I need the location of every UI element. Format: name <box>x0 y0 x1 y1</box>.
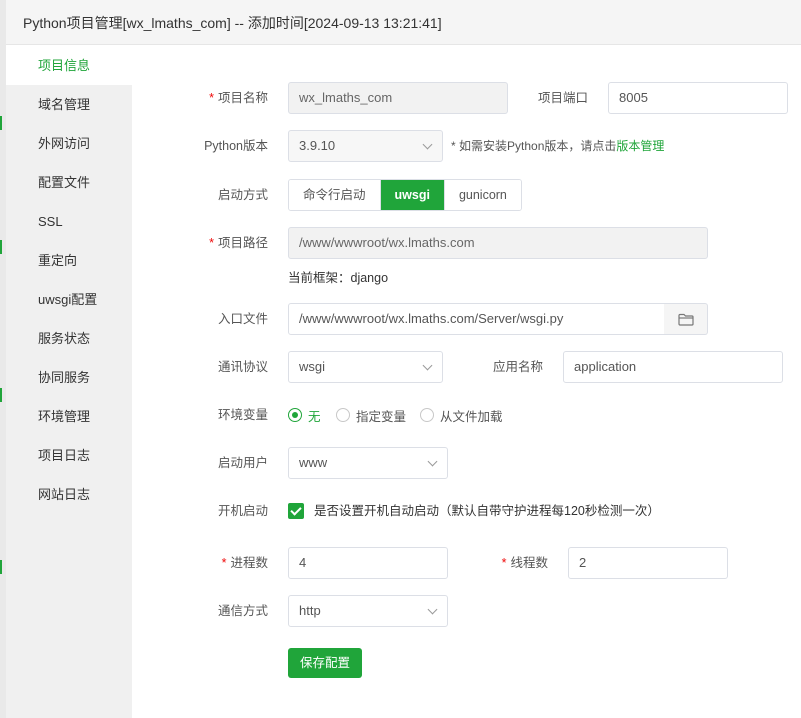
startup-mode-switch: 命令行启动 uwsgi gunicorn <box>288 179 522 211</box>
startup-option-gunicorn[interactable]: gunicorn <box>444 180 521 210</box>
protocol-label: 通讯协议 <box>217 360 268 374</box>
python-version-label: Python版本 <box>204 139 268 153</box>
threads-input[interactable]: 2 <box>568 547 728 579</box>
project-port-input[interactable]: 8005 <box>608 82 788 114</box>
env-radio-from-file[interactable]: 从文件加载 <box>420 406 503 424</box>
sidebar-item-service-status[interactable]: 服务状态 <box>6 319 132 358</box>
threads-label: * 线程数 <box>501 556 548 570</box>
browse-folder-button[interactable] <box>664 303 708 335</box>
save-config-button[interactable]: 保存配置 <box>288 648 362 678</box>
autostart-description: 是否设置开机自动启动（默认自带守护进程每120秒检测一次） <box>314 504 660 518</box>
project-name-field[interactable]: wx_lmaths_com <box>288 82 508 114</box>
sidebar: 项目信息 域名管理 外网访问 配置文件 SSL 重定向 uwsgi配置 服务状态… <box>6 46 132 718</box>
radio-unchecked-icon <box>420 408 434 422</box>
app-name-input[interactable]: application <box>563 351 783 383</box>
sidebar-item-site-log[interactable]: 网站日志 <box>6 475 132 514</box>
protocol-select[interactable]: wsgi <box>288 351 443 383</box>
processes-label: * 进程数 <box>221 556 268 570</box>
startup-user-select[interactable]: www <box>288 447 448 479</box>
app-name-label: 应用名称 <box>492 360 543 374</box>
startup-option-cli[interactable]: 命令行启动 <box>289 180 381 210</box>
env-radio-none[interactable]: 无 <box>288 406 321 424</box>
python-version-tip: * 如需安装Python版本，请点击版本管理 <box>451 139 665 153</box>
comm-mode-label: 通信方式 <box>217 604 268 618</box>
sidebar-item-cooperative-service[interactable]: 协同服务 <box>6 358 132 397</box>
radio-checked-icon <box>288 408 302 422</box>
version-management-link[interactable]: 版本管理 <box>616 139 664 153</box>
project-path-label: * 项目路径 <box>209 236 268 250</box>
entry-file-input[interactable]: /www/wwwroot/wx.lmaths.com/Server/wsgi.p… <box>288 303 665 335</box>
autostart-checkbox[interactable] <box>288 503 304 519</box>
project-port-label: 项目端口 <box>537 91 588 105</box>
sidebar-item-external-access[interactable]: 外网访问 <box>6 124 132 163</box>
sidebar-item-env-management[interactable]: 环境管理 <box>6 397 132 436</box>
project-path-field[interactable]: /www/wwwroot/wx.lmaths.com <box>288 227 708 259</box>
env-radio-specified[interactable]: 指定变量 <box>336 406 406 424</box>
sidebar-item-redirect[interactable]: 重定向 <box>6 241 132 280</box>
sidebar-item-config-file[interactable]: 配置文件 <box>6 163 132 202</box>
autostart-label: 开机启动 <box>217 504 268 518</box>
sidebar-item-project-log[interactable]: 项目日志 <box>6 436 132 475</box>
entry-file-label: 入口文件 <box>217 312 268 326</box>
sidebar-item-domains[interactable]: 域名管理 <box>6 85 132 124</box>
sidebar-item-uwsgi-config[interactable]: uwsgi配置 <box>6 280 132 319</box>
startup-option-uwsgi[interactable]: uwsgi <box>380 180 445 210</box>
python-version-select[interactable]: 3.9.10 <box>288 130 443 162</box>
framework-info: 当前框架：django <box>288 271 389 285</box>
project-name-label: * 项目名称 <box>209 91 268 105</box>
comm-mode-select[interactable]: http <box>288 595 448 627</box>
processes-input[interactable]: 4 <box>288 547 448 579</box>
env-vars-label: 环境变量 <box>217 408 268 422</box>
dialog-titlebar: Python项目管理[wx_lmaths_com] -- 添加时间[2024-0… <box>6 0 801 45</box>
radio-unchecked-icon <box>336 408 350 422</box>
sidebar-item-ssl[interactable]: SSL <box>6 202 132 241</box>
startup-mode-label: 启动方式 <box>217 188 268 202</box>
sidebar-item-project-info[interactable]: 项目信息 <box>6 46 132 85</box>
folder-icon <box>678 313 694 326</box>
startup-user-label: 启动用户 <box>217 456 268 470</box>
dialog-title: Python项目管理[wx_lmaths_com] -- 添加时间[2024-0… <box>23 15 442 31</box>
